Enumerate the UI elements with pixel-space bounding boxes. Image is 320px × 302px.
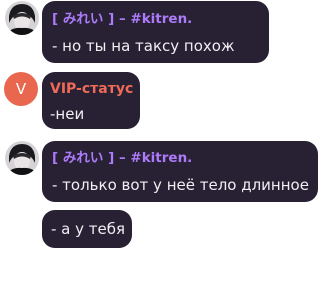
message-author[interactable]: [ みれい ] – #kitren. [52, 150, 192, 166]
message-bubble: [ みれい ] – #kitren. - только вот у неё те… [42, 141, 318, 202]
user-avatar[interactable] [5, 141, 39, 175]
user-photo-icon [5, 141, 39, 175]
message-text: -неи [50, 105, 85, 123]
message-bubble: VIP-статус -неи [42, 72, 140, 129]
message-text: - а у тебя [51, 220, 126, 238]
message-bubble: - а у тебя [42, 210, 132, 248]
message-text: - но ты на таксу похож [52, 37, 235, 55]
user-avatar[interactable] [5, 1, 39, 35]
vip-avatar[interactable]: V [4, 72, 38, 106]
avatar-letter: V [15, 80, 27, 98]
message-author[interactable]: [ みれい ] – #kitren. [52, 11, 192, 27]
message-text: - только вот у неё тело длинное [52, 176, 309, 194]
message-bubble: [ みれい ] – #kitren. - но ты на таксу похо… [42, 1, 269, 63]
user-photo-icon [5, 1, 39, 35]
message-author[interactable]: VIP-статус [50, 81, 133, 97]
